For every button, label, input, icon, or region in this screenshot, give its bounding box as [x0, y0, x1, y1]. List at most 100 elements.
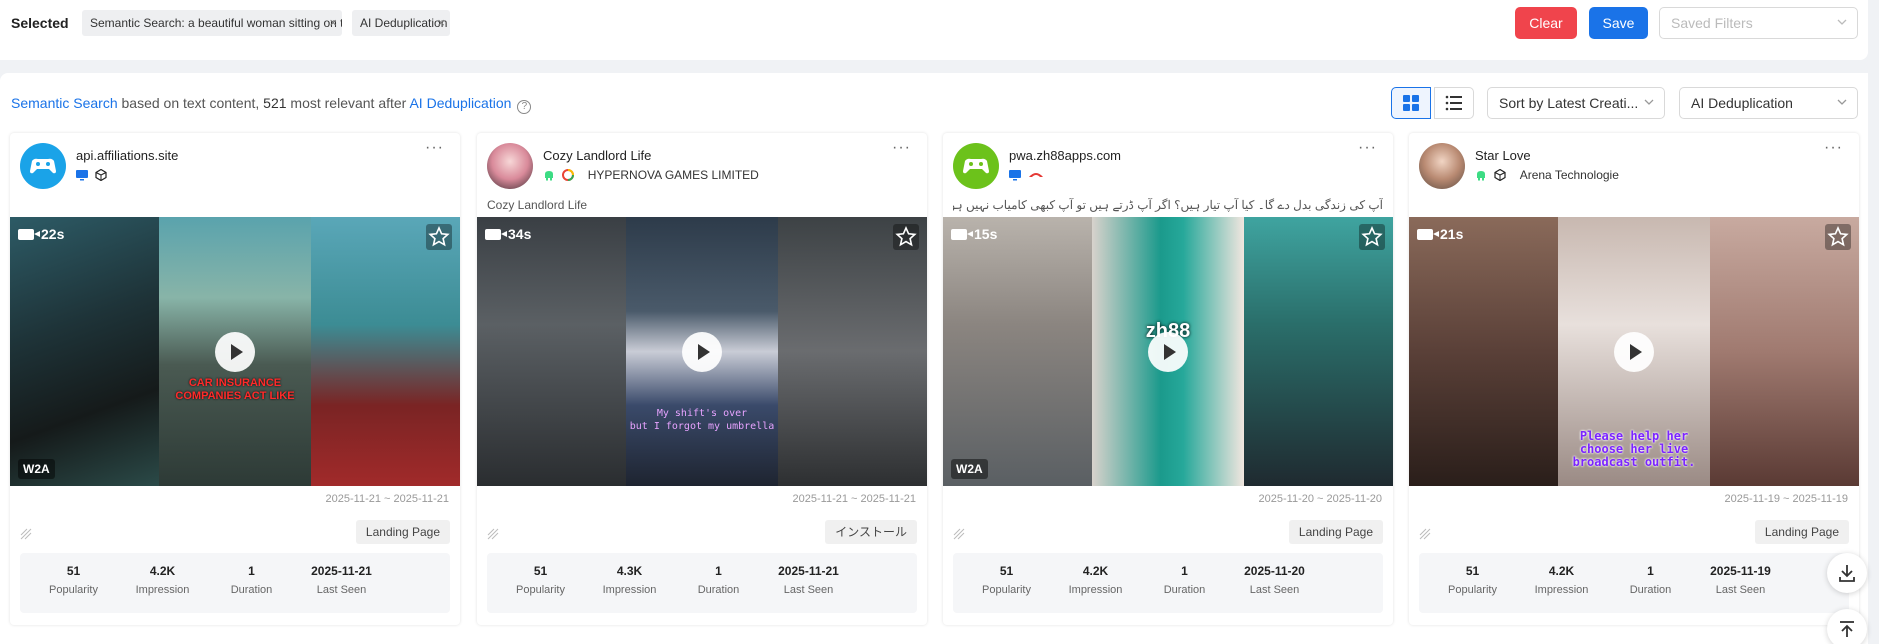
cta-button[interactable]: Landing Page	[355, 520, 450, 544]
download-button[interactable]	[1827, 553, 1867, 593]
chevron-down-icon	[1644, 99, 1654, 105]
ad-media[interactable]: CAR INSURANCE COMPANIES ACT LIKE 22s W2A	[10, 217, 460, 486]
overlay-text: My shift's over but I forgot my umbrella	[629, 408, 775, 432]
android-icon	[545, 171, 553, 181]
stats-row: 51 Popularity 4.3K Impression 1 Duration 20…	[487, 553, 917, 613]
advertiser-name[interactable]: Star Love	[1475, 148, 1531, 163]
dedup-value: AI Deduplication	[1691, 95, 1793, 111]
cta-button[interactable]: インストール	[825, 520, 917, 544]
dedup-select[interactable]: AI Deduplication	[1679, 87, 1858, 119]
stat-value: 2025-11-20	[1244, 564, 1305, 578]
ai-generated-icon	[953, 528, 965, 540]
video-duration-badge: 21s	[1417, 226, 1463, 242]
play-icon[interactable]	[682, 332, 722, 372]
media-blur-right	[1244, 217, 1393, 486]
network-icon	[1029, 173, 1044, 177]
stat-label: Last Seen	[1715, 584, 1766, 596]
summary-text: based on text content,	[117, 95, 264, 111]
grid-view-button[interactable]	[1391, 87, 1431, 119]
desktop-icon	[1009, 170, 1021, 181]
results-summary: Semantic Search based on text content, 5…	[11, 95, 532, 114]
ad-media[interactable]: Please help her choose her live broadcas…	[1409, 217, 1859, 486]
star-icon[interactable]	[893, 224, 919, 250]
grid-icon	[1403, 95, 1419, 111]
filter-chip-semantic-search[interactable]: Semantic Search: a beautiful woman sitti…	[82, 10, 342, 36]
advertiser-name[interactable]: pwa.zh88apps.com	[1009, 148, 1121, 163]
video-duration-badge: 34s	[485, 226, 532, 242]
chevron-down-icon	[1837, 99, 1847, 105]
sort-select[interactable]: Sort by Latest Creati...	[1487, 87, 1665, 119]
date-range: 2025-11-20 ~ 2025-11-20	[1258, 493, 1382, 505]
duration-text: 15s	[974, 226, 998, 242]
video-icon	[951, 229, 973, 240]
stat-value: 2025-11-21	[311, 564, 372, 578]
ad-media[interactable]: zh88 15s W2A	[943, 217, 1393, 486]
semantic-search-link[interactable]: Semantic Search	[11, 95, 118, 111]
stats-row: 51 Popularity 4.2K Impression 1 Duration 20…	[953, 553, 1383, 613]
chevron-down-icon	[1837, 19, 1847, 25]
more-icon[interactable]: ···	[1358, 139, 1377, 157]
clear-button[interactable]: Clear	[1515, 7, 1577, 39]
date-range: 2025-11-21 ~ 2025-11-21	[325, 493, 449, 505]
avatar	[1419, 143, 1465, 189]
stat-value: 2025-11-19	[1710, 564, 1771, 578]
ad-card[interactable]: pwa.zh88apps.com ··· آپ کی زندگی بدل دے …	[943, 133, 1393, 625]
filter-chip-ai-dedup[interactable]: AI Deduplication ×	[352, 10, 450, 36]
ai-generated-icon	[1419, 528, 1431, 540]
ad-card[interactable]: Cozy Landlord Life HYPERNOVA GAMES LIMIT…	[477, 133, 927, 625]
duration-text: 22s	[41, 226, 65, 242]
media-blur-left	[1409, 217, 1558, 486]
ai-dedup-link[interactable]: AI Deduplication	[409, 95, 511, 111]
stat-value: 2025-11-21	[778, 564, 839, 578]
play-icon[interactable]	[215, 332, 255, 372]
stats-row: 51 Popularity 4.2K Impression 1 Duration 20…	[20, 553, 450, 613]
ad-card[interactable]: Star Love Arena Technologie ··· Please h…	[1409, 133, 1859, 625]
filter-chip-label: Semantic Search: a beautiful woman sitti…	[90, 16, 342, 30]
star-icon[interactable]	[1359, 224, 1385, 250]
video-duration-badge: 15s	[951, 226, 998, 242]
ai-generated-icon	[487, 528, 499, 540]
back-to-top-button[interactable]	[1827, 609, 1867, 644]
unity-icon	[95, 169, 107, 181]
star-icon[interactable]	[426, 224, 452, 250]
cta-button[interactable]: Landing Page	[1288, 520, 1383, 544]
w2a-badge: W2A	[951, 459, 988, 479]
overlay-text: CAR INSURANCE COMPANIES ACT LIKE	[175, 377, 295, 402]
video-icon	[1417, 229, 1439, 240]
duration-text: 34s	[508, 226, 532, 242]
play-icon[interactable]	[1148, 332, 1188, 372]
desktop-icon	[76, 170, 88, 181]
date-range: 2025-11-21 ~ 2025-11-21	[792, 493, 916, 505]
more-icon[interactable]: ···	[425, 139, 444, 157]
avatar	[953, 143, 999, 189]
more-icon[interactable]: ···	[1824, 139, 1843, 157]
ad-text: آپ کی زندگی بدل دے گا۔ کیا آپ تیار ہیں؟ …	[953, 198, 1383, 212]
platform-list	[1009, 168, 1048, 182]
star-icon[interactable]	[1825, 224, 1851, 250]
saved-filters-placeholder: Saved Filters	[1671, 15, 1753, 31]
close-icon[interactable]: ×	[329, 10, 337, 36]
help-icon[interactable]: ?	[517, 100, 532, 114]
company-name: Arena Technologie	[1519, 168, 1619, 182]
more-icon[interactable]: ···	[892, 139, 911, 157]
platform-list: HYPERNOVA GAMES LIMITED	[543, 168, 759, 182]
stats-row: 51 Popularity 4.2K Impression 1 Duration 20…	[1419, 553, 1849, 613]
media-blur-left	[477, 217, 626, 486]
play-icon[interactable]	[1614, 332, 1654, 372]
ad-card[interactable]: api.affiliations.site ··· CAR INSURANCE …	[10, 133, 460, 625]
date-range: 2025-11-19 ~ 2025-11-19	[1724, 493, 1848, 505]
media-blur-left	[10, 217, 159, 486]
stat-last-seen: 2025-11-21 Last Seen	[755, 564, 862, 596]
video-icon	[18, 229, 40, 240]
advertiser-name[interactable]: Cozy Landlord Life	[543, 148, 651, 163]
saved-filters-select[interactable]: Saved Filters	[1659, 7, 1858, 39]
download-icon	[1839, 565, 1855, 582]
close-icon[interactable]: ×	[437, 10, 445, 36]
cta-button[interactable]: Landing Page	[1754, 520, 1849, 544]
list-view-button[interactable]	[1434, 87, 1474, 119]
advertiser-name[interactable]: api.affiliations.site	[76, 148, 178, 163]
unity-icon	[1494, 169, 1506, 181]
save-button[interactable]: Save	[1589, 7, 1648, 39]
stat-label: Last Seen	[316, 584, 367, 596]
ad-media[interactable]: My shift's over but I forgot my umbrella…	[477, 217, 927, 486]
